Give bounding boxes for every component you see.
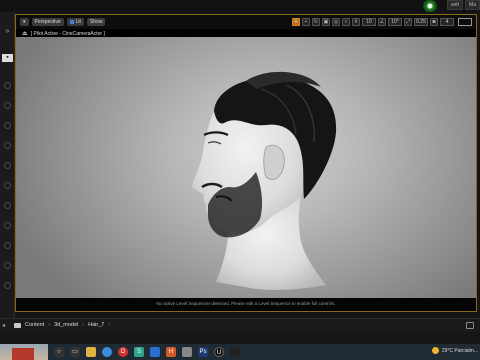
expand-icon[interactable]: » <box>2 28 13 36</box>
camera-speed-icon[interactable]: ◙ <box>430 18 438 26</box>
scale-icon[interactable]: ▣ <box>322 18 330 26</box>
eject-pilot-icon[interactable]: ⏏ <box>22 30 28 37</box>
scale-snap-icon[interactable]: ⤢ <box>404 18 412 26</box>
outliner-item-icon[interactable] <box>4 122 11 129</box>
head-model-render <box>192 71 337 290</box>
breadcrumb-separator: › <box>48 322 51 328</box>
outliner-item-icon[interactable] <box>4 162 11 169</box>
breadcrumb: Content › 3d_model › Hair_7 › <box>14 322 110 328</box>
show-label: Show <box>89 19 103 25</box>
app-blue-icon[interactable] <box>150 347 160 357</box>
view-mode-label: Perspective <box>34 19 61 25</box>
scale-snap-value[interactable]: 0.25 <box>414 18 428 26</box>
history-controls: ◂ <box>2 322 5 329</box>
lit-mode-button[interactable]: Lit <box>66 18 84 26</box>
view-mode-button[interactable]: Perspective <box>31 18 64 26</box>
breadcrumb-separator: › <box>108 322 111 328</box>
viewport-toolbar: ▾ Perspective Lit Show ✥ + ↻ ▣ ◎ ▿ # 10 … <box>16 15 476 29</box>
breadcrumb-item[interactable]: Content <box>25 322 44 328</box>
weather-text[interactable]: 29°C Parcialm... <box>442 348 478 354</box>
outliner-item-icon[interactable] <box>4 102 11 109</box>
breadcrumb-separator: › <box>82 322 85 328</box>
folder-icon <box>14 322 21 328</box>
unreal-engine-icon[interactable]: U <box>214 347 224 357</box>
viewport-menu-button[interactable]: ▾ <box>20 18 29 26</box>
marketplace-button[interactable]: Ma <box>465 0 480 10</box>
os-taskbar: ○ ▭ O S H Ps U 29°C Parcialm... <box>0 344 480 360</box>
opera-icon[interactable]: O <box>118 347 128 357</box>
thumbnail-image <box>12 348 34 360</box>
rotate-icon[interactable]: ↻ <box>312 18 320 26</box>
lit-icon <box>69 20 74 24</box>
surface-snap-icon[interactable]: ▿ <box>342 18 350 26</box>
viewport-scene[interactable]: No active Level Sequencer detected. Plea… <box>16 37 476 310</box>
system-tray: 29°C Parcialm... <box>431 347 478 354</box>
taskbar-apps: ○ ▭ O S H Ps U <box>54 347 240 357</box>
back-icon[interactable]: ◂ <box>2 322 5 329</box>
start-thumbnail[interactable] <box>0 344 48 360</box>
app-clip-icon[interactable] <box>182 347 192 357</box>
world-space-icon[interactable]: ◎ <box>332 18 340 26</box>
chrome-icon[interactable] <box>102 347 112 357</box>
editor-top-bar: sett Ma <box>0 0 480 12</box>
settings-button[interactable]: sett <box>446 0 464 10</box>
outliner-item-icon[interactable] <box>4 282 11 289</box>
grid-snap-icon[interactable]: # <box>352 18 360 26</box>
content-area <box>0 332 480 344</box>
outliner-item-icon[interactable] <box>4 82 11 89</box>
lit-label: Lit <box>75 19 81 25</box>
grid-size-value[interactable]: 10 <box>362 18 376 26</box>
outliner-item-icon[interactable] <box>4 182 11 189</box>
content-browser-bar: ◂ Content › 3d_model › Hair_7 › <box>0 318 480 332</box>
sequencer-message: No active Level Sequencer detected. Plea… <box>16 298 476 310</box>
translate-icon[interactable]: + <box>302 18 310 26</box>
pilot-indicator: ⏏ [ Pilot Active - CineCameraActor ] <box>22 30 105 38</box>
viewport-toolbar-left: ▾ Perspective Lit Show <box>20 18 106 26</box>
breadcrumb-item[interactable]: Hair_7 <box>88 322 104 328</box>
outliner-item-icon[interactable] <box>4 262 11 269</box>
file-explorer-icon[interactable] <box>86 347 96 357</box>
pilot-label: [ Pilot Active - CineCameraActor ] <box>30 30 105 37</box>
app-h-icon[interactable]: H <box>166 347 176 357</box>
source-control-status-icon[interactable] <box>423 0 437 12</box>
outliner-item-icon[interactable] <box>4 202 11 209</box>
save-icon[interactable]: ▪ <box>2 54 13 62</box>
outliner-item-icon[interactable] <box>4 142 11 149</box>
maximize-viewport-icon[interactable] <box>458 18 472 26</box>
search-icon[interactable]: ○ <box>54 347 64 357</box>
camera-speed-value[interactable]: 4 <box>440 18 454 26</box>
app-s-icon[interactable]: S <box>134 347 144 357</box>
content-settings-icon[interactable] <box>466 322 474 329</box>
angle-snap-value[interactable]: 10° <box>388 18 402 26</box>
viewport-toolbar-right: ✥ + ↻ ▣ ◎ ▿ # 10 ∠ 10° ⤢ 0.25 ◙ 4 <box>292 18 454 26</box>
task-view-icon[interactable]: ▭ <box>70 347 80 357</box>
show-button[interactable]: Show <box>86 18 106 26</box>
select-mode-icon[interactable]: ✥ <box>292 18 300 26</box>
weather-icon[interactable] <box>431 347 439 354</box>
top-right-buttons: sett Ma <box>446 0 480 10</box>
outliner-item-icon[interactable] <box>4 242 11 249</box>
app-dark-icon[interactable] <box>230 347 240 357</box>
level-viewport[interactable]: ▾ Perspective Lit Show ✥ + ↻ ▣ ◎ ▿ # 10 … <box>15 14 477 312</box>
angle-snap-icon[interactable]: ∠ <box>378 18 386 26</box>
photoshop-icon[interactable]: Ps <box>198 347 208 357</box>
breadcrumb-item[interactable]: 3d_model <box>54 322 78 328</box>
outliner-item-icon[interactable] <box>4 222 11 229</box>
left-toolbar: » ▪ <box>0 12 15 318</box>
